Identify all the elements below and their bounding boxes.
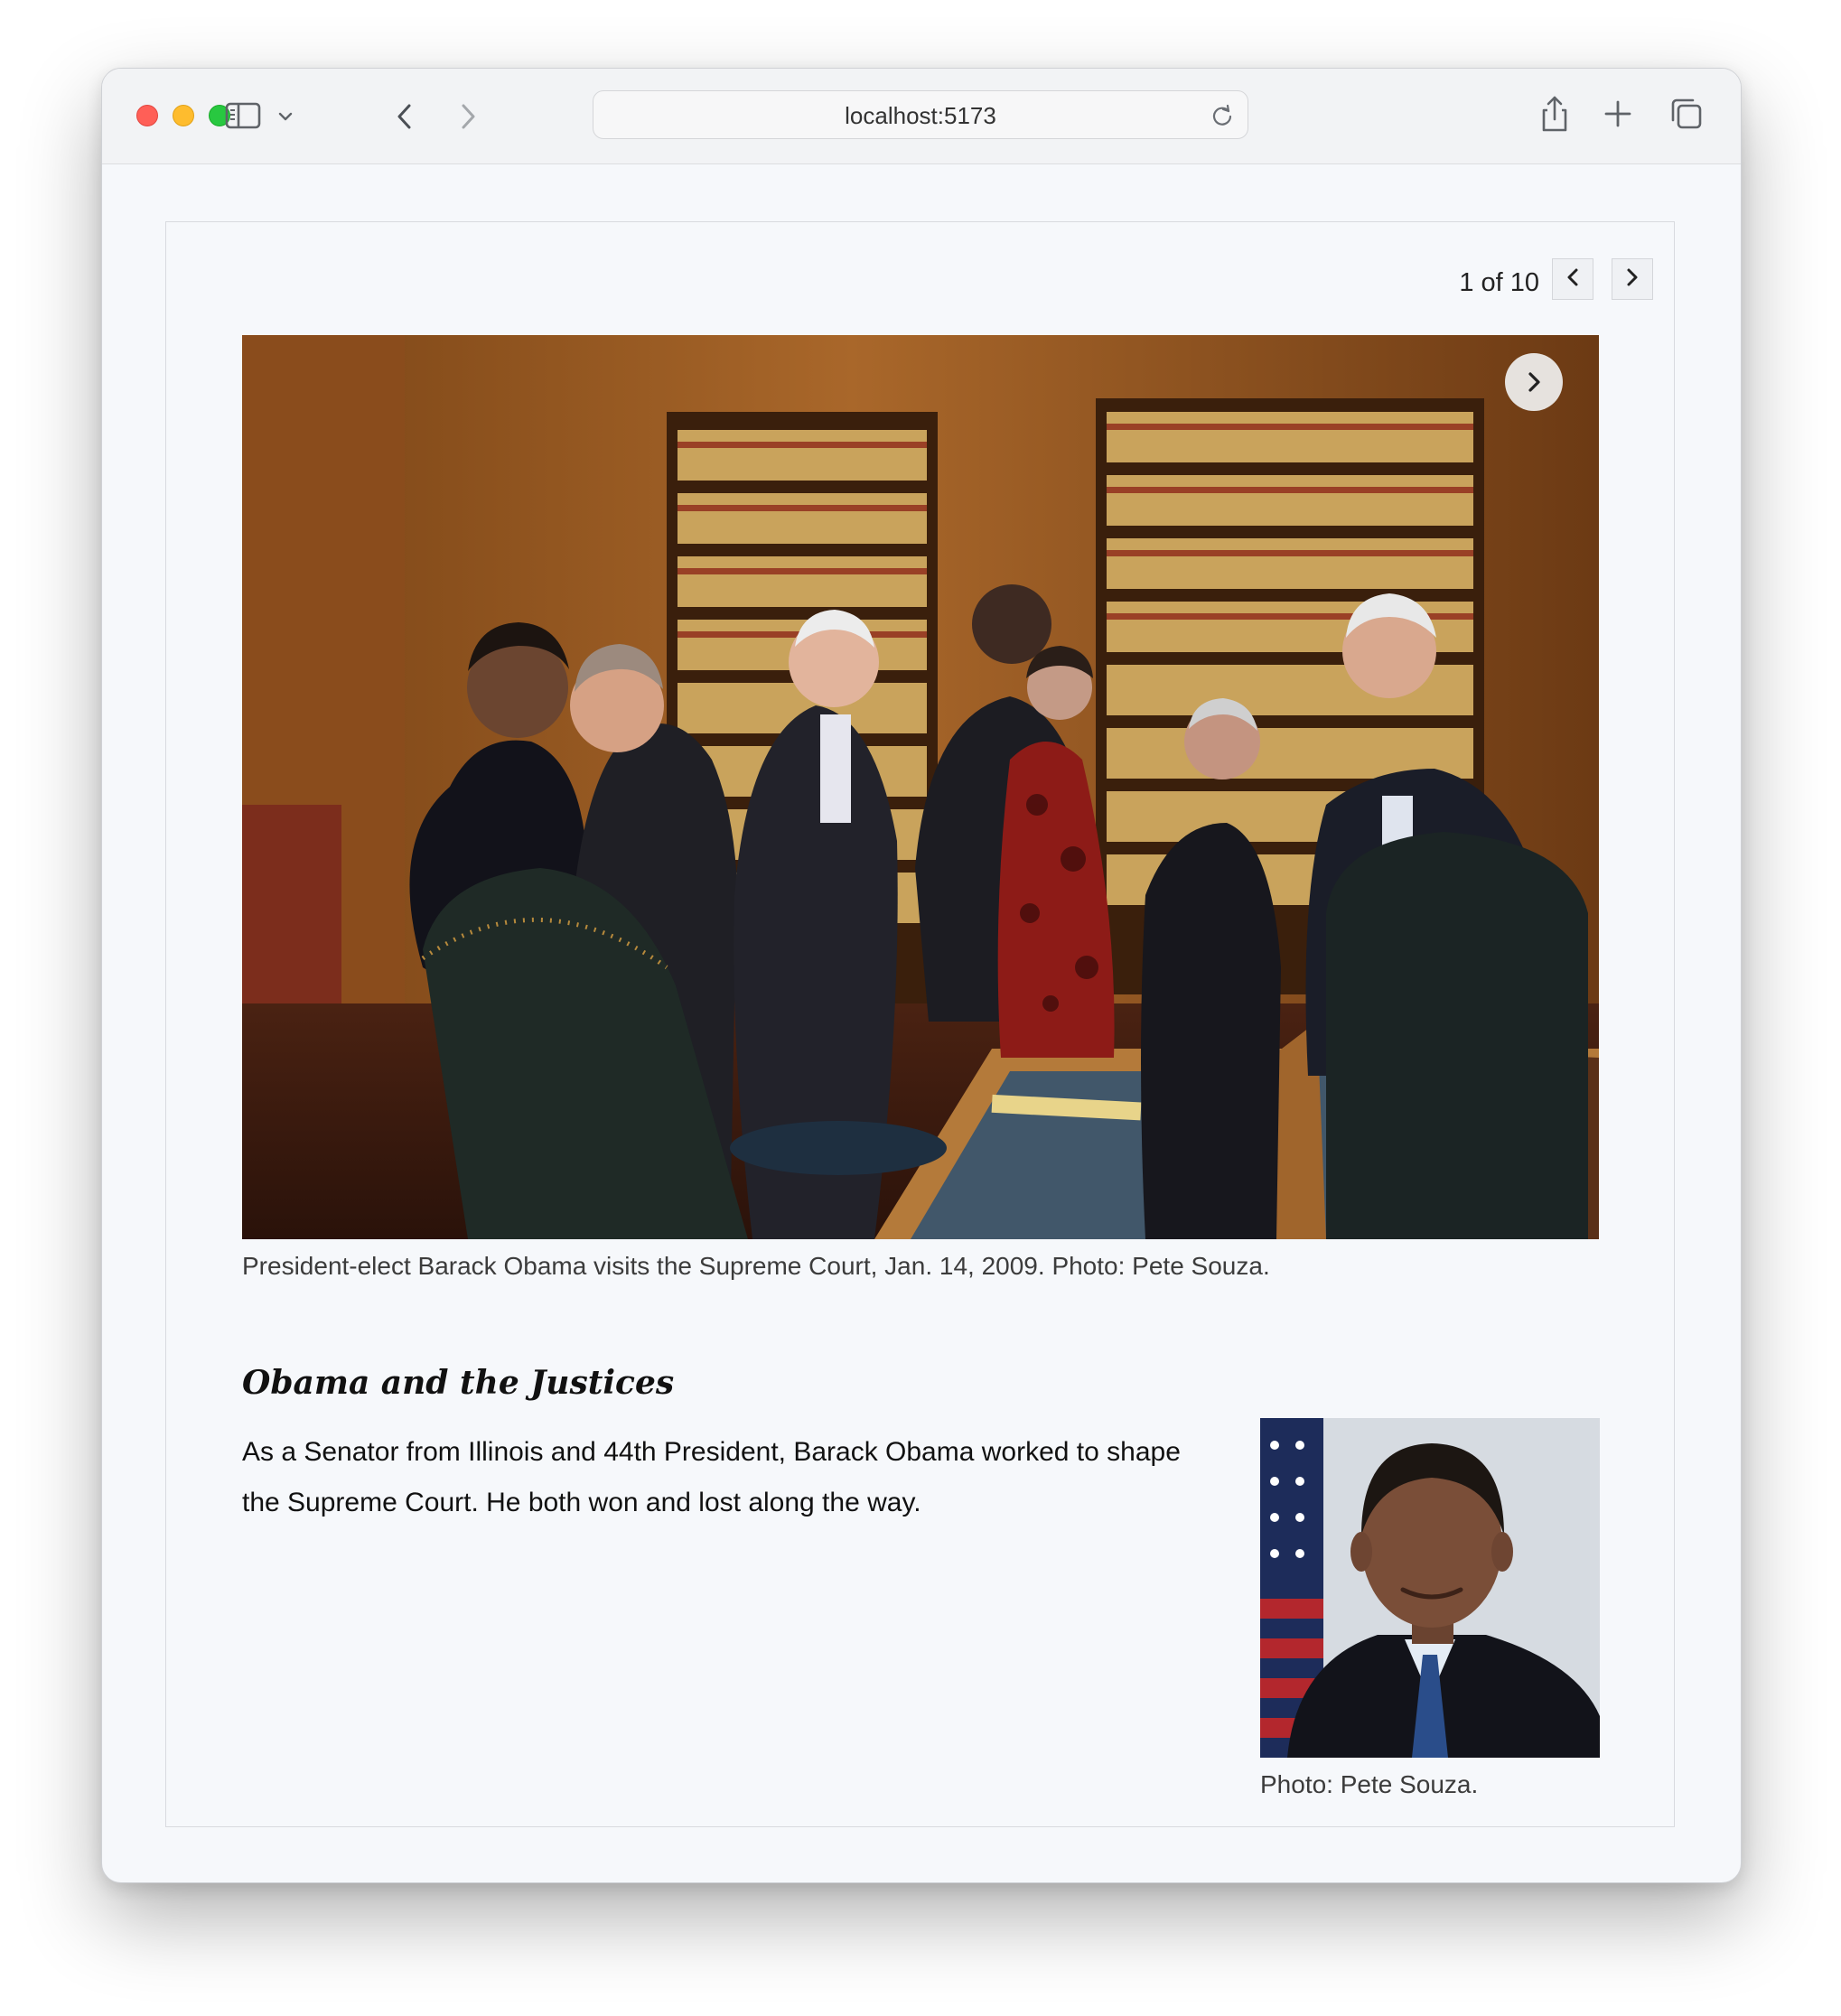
portrait-caption: Photo: Pete Souza. (1260, 1770, 1479, 1798)
address-bar[interactable]: localhost:5173 (593, 90, 1248, 139)
chevron-down-icon[interactable] (276, 107, 295, 126)
minimize-window-button[interactable] (173, 105, 194, 126)
article-title: Obama and the Justices (242, 1364, 675, 1402)
portrait-photo (1260, 1418, 1600, 1758)
obama-portrait (1260, 1418, 1600, 1758)
reload-icon[interactable] (1210, 103, 1235, 128)
plus-icon[interactable] (1602, 98, 1634, 130)
browser-toolbar: localhost:5173 (102, 69, 1741, 164)
tab-overview-icon[interactable] (1668, 96, 1705, 132)
back-arrow-icon[interactable] (391, 99, 418, 134)
close-window-button[interactable] (136, 105, 158, 126)
hero-caption: President-elect Barack Obama visits the … (242, 1252, 1270, 1280)
browser-window: localhost:5173 1 of 10 President-elect B… (101, 68, 1742, 1883)
sidebar-icon[interactable] (223, 99, 263, 132)
previous-slide-button[interactable] (1552, 258, 1593, 300)
slide-counter: 1 of 10 (1459, 268, 1539, 297)
chevron-right-icon (1525, 369, 1543, 395)
supreme-court-photo (242, 335, 1599, 1239)
next-slide-button[interactable] (1612, 258, 1653, 300)
slideshow-card: 1 of 10 President-elect Barack Obama vis… (165, 221, 1675, 1827)
hero-next-button[interactable] (1505, 353, 1563, 411)
hero-photo[interactable] (242, 335, 1599, 1239)
chevron-right-icon (1625, 267, 1640, 292)
chevron-left-icon (1565, 267, 1580, 292)
article-body: As a Senator from Illinois and 44th Pres… (242, 1437, 1181, 1517)
forward-arrow-icon[interactable] (454, 99, 481, 134)
url-text: localhost:5173 (845, 102, 996, 129)
share-icon[interactable] (1537, 92, 1573, 135)
